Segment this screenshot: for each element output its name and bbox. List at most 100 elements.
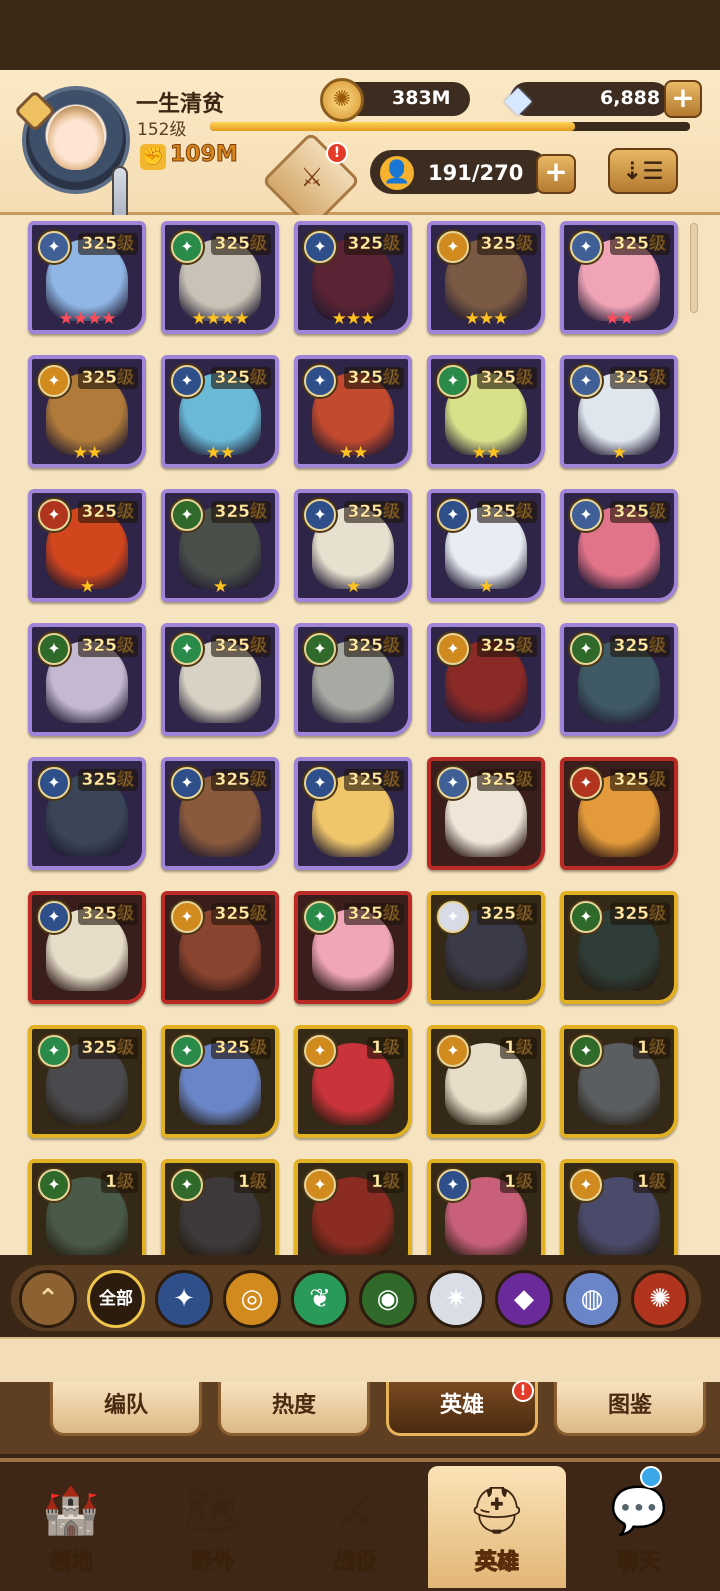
hero-level: 1级 [101, 1171, 138, 1193]
scrollbar[interactable] [690, 223, 698, 313]
hero-card[interactable]: ✦ 1级 [560, 1159, 678, 1255]
subtab-3[interactable]: 图鉴 [554, 1382, 706, 1436]
hero-card[interactable]: ✦ 1级 [161, 1159, 279, 1255]
hero-card[interactable]: ✦ 325级 ★ [294, 489, 412, 602]
wilder-filter-icon[interactable]: ❦ [291, 1270, 349, 1328]
hero-card[interactable]: ✦ 325级 ★★ [28, 355, 146, 468]
hero-card[interactable]: ✦ 325级 [161, 757, 279, 870]
mauler-faction-icon: ✦ [304, 1169, 336, 1201]
xp-bar [210, 122, 690, 131]
hero-card[interactable]: ✦ 325级 ★★ [161, 355, 279, 468]
hero-card[interactable]: ✦ 325级 [161, 891, 279, 1004]
dimensional-filter-icon[interactable]: ◍ [563, 1270, 621, 1328]
hero-card[interactable]: ✦ 1级 [560, 1025, 678, 1138]
celestial-white-faction-icon: ✦ [437, 901, 469, 933]
lightbearer-filter-icon[interactable]: ✦ [155, 1270, 213, 1328]
hypogean-red-filter-icon[interactable]: ✺ [631, 1270, 689, 1328]
hero-level: 325级 [210, 769, 271, 791]
hero-card[interactable]: ✦ 325级 ★★★★ [28, 221, 146, 334]
hero-card[interactable]: ✦ 325级 [28, 757, 146, 870]
celestial-faction-icon: ✦ [38, 231, 70, 263]
collapse-filter-icon[interactable]: ⌃ [19, 1270, 77, 1328]
hero-card[interactable]: ✦ 1级 [294, 1025, 412, 1138]
lightbearer-faction-icon: ✦ [437, 1169, 469, 1201]
hero-roster-count: 191/270 [428, 161, 524, 185]
hero-card[interactable]: ✦ 325级 [560, 757, 678, 870]
combat-power: 109M [170, 142, 239, 168]
lightbearer-faction-icon: ✦ [38, 767, 70, 799]
hero-card[interactable]: ✦ 325级 [28, 891, 146, 1004]
hero-card[interactable]: ✦ 325级 [560, 623, 678, 736]
hero-level: 325级 [77, 233, 138, 255]
sort-button[interactable]: ⇣☰ [608, 148, 678, 194]
hero-card[interactable]: ✦ 1级 [427, 1159, 545, 1255]
hero-card[interactable]: ✦ 325级 [294, 623, 412, 736]
hero-card[interactable]: ✦ 325级 ★ [560, 355, 678, 468]
hero-card[interactable]: ✦ 1级 [28, 1159, 146, 1255]
hero-card[interactable]: ✦ 325级 [161, 623, 279, 736]
hero-level: 325级 [210, 635, 271, 657]
mauler-faction-icon: ✦ [304, 1035, 336, 1067]
fist-icon: ✊ [140, 144, 166, 170]
helmet-icon: ⛑ [467, 1483, 527, 1537]
chat-icon: 💬 [610, 1483, 668, 1537]
nav-item-3[interactable]: ⛑ 英雄 [428, 1466, 566, 1588]
hero-stars: ★★★★ [191, 309, 250, 329]
hero-level: 325级 [343, 501, 404, 523]
hero-card[interactable]: ✦ 325级 [161, 1025, 279, 1138]
nav-item-2[interactable]: ⚔ 战役 [286, 1466, 424, 1588]
hero-card[interactable]: ✦ 1级 [427, 1025, 545, 1138]
hero-level: 325级 [343, 903, 404, 925]
celestial-filter-icon[interactable]: ✷ [427, 1270, 485, 1328]
hero-card[interactable]: ✦ 325级 [427, 757, 545, 870]
mauler-faction-icon: ✦ [570, 1169, 602, 1201]
celestial-faction-icon: ✦ [437, 767, 469, 799]
lightbearer-faction-icon: ✦ [171, 767, 203, 799]
hero-card[interactable]: ✦ 1级 [294, 1159, 412, 1255]
hero-stars: ★★★★ [58, 309, 117, 329]
hero-stars: ★ [345, 577, 361, 597]
hero-card[interactable]: ✦ 325级 ★★ [294, 355, 412, 468]
hero-card[interactable]: ✦ 325级 [28, 623, 146, 736]
hero-card[interactable]: ✦ 325级 [560, 489, 678, 602]
sword-icon: ⚔ [334, 1483, 376, 1537]
celestial-faction-icon: ✦ [570, 365, 602, 397]
hypogean-filter-icon[interactable]: ◆ [495, 1270, 553, 1328]
mauler-filter-icon[interactable]: ◎ [223, 1270, 281, 1328]
graveborn-faction-icon: ✦ [570, 1035, 602, 1067]
hero-card[interactable]: ✦ 325级 ★ [28, 489, 146, 602]
hero-card[interactable]: ✦ 325级 [294, 757, 412, 870]
subtab-1[interactable]: 热度 [218, 1382, 370, 1436]
hero-stars: ★★ [205, 443, 235, 463]
hero-level: 325级 [210, 233, 271, 255]
hero-stars: ★ [611, 443, 627, 463]
hero-card[interactable]: ✦ 325级 [427, 891, 545, 1004]
wilder-faction-icon: ✦ [437, 365, 469, 397]
expand-roster-button[interactable]: + [536, 154, 576, 194]
hero-card[interactable]: ✦ 325级 ★ [161, 489, 279, 602]
graveborn-faction-icon: ✦ [171, 1169, 203, 1201]
hero-level: 1级 [234, 1171, 271, 1193]
hero-card[interactable]: ✦ 325级 [294, 891, 412, 1004]
hero-card[interactable]: ✦ 325级 ★ [427, 489, 545, 602]
hero-card[interactable]: ✦ 325级 ★★ [427, 355, 545, 468]
hero-card[interactable]: ✦ 325级 ★★ [560, 221, 678, 334]
hero-card[interactable]: ✦ 325级 ★★★ [294, 221, 412, 334]
graveborn-faction-icon: ✦ [38, 633, 70, 665]
nav-item-4[interactable]: 💬 聊天 [570, 1466, 708, 1588]
graveborn-filter-icon[interactable]: ◉ [359, 1270, 417, 1328]
filter-all-button[interactable]: 全部 [87, 1270, 145, 1328]
hero-card[interactable]: ✦ 325级 [560, 891, 678, 1004]
hero-grid-area: ✦ 325级 ★★★★ ✦ 325级 ★★★★ ✦ 325级 ★★★ ✦ 325级 ★★★ ✦ 325级 ★… [0, 215, 720, 1255]
hero-card[interactable]: ✦ 325级 [28, 1025, 146, 1138]
nav-item-1[interactable]: 🗺 野外 [144, 1466, 282, 1588]
hero-card[interactable]: ✦ 325级 ★★★ [427, 221, 545, 334]
subtab-0[interactable]: 编队 [50, 1382, 202, 1436]
mauler-faction-icon: ✦ [171, 901, 203, 933]
add-gems-button[interactable]: + [664, 80, 702, 118]
nav-item-0[interactable]: 🏰 领地 [2, 1466, 140, 1588]
hero-card[interactable]: ✦ 325级 ★★★★ [161, 221, 279, 334]
xp-bar-fill [210, 122, 575, 131]
hero-level: 325级 [343, 635, 404, 657]
hero-card[interactable]: ✦ 325级 [427, 623, 545, 736]
